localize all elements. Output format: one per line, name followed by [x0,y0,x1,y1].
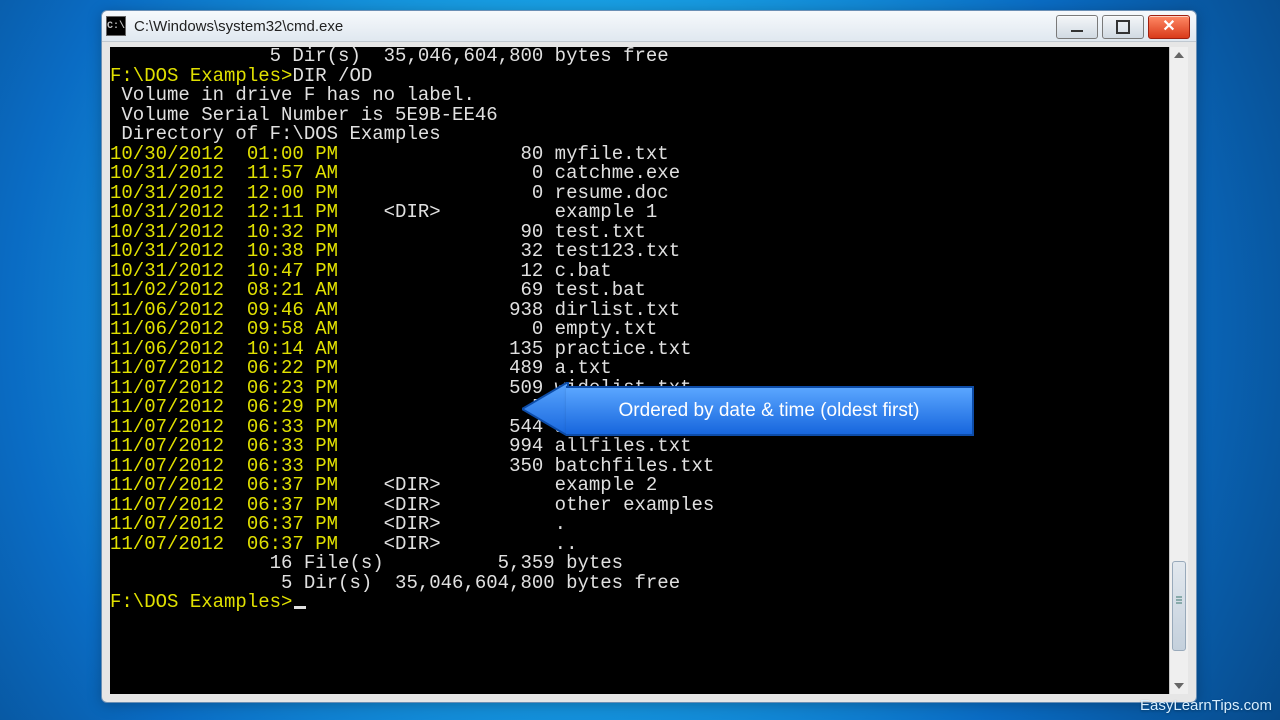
close-icon: ✕ [1162,19,1175,35]
scroll-thumb[interactable] [1172,561,1186,651]
chevron-down-icon [1174,683,1184,689]
close-button[interactable]: ✕ [1148,15,1190,39]
annotation-callout: Ordered by date & time (oldest first) [522,382,974,436]
prompt-idle[interactable]: F:\DOS Examples> [110,593,1170,613]
client-area: 5 Dir(s) 35,046,604,800 bytes freeF:\DOS… [110,47,1188,694]
chevron-up-icon [1174,52,1184,58]
callout-text: Ordered by date & time (oldest first) [566,386,974,436]
watermark-text: EasyLearnTips.com [1140,697,1272,714]
window-title: C:\Windows\system32\cmd.exe [134,18,343,35]
terminal-output[interactable]: 5 Dir(s) 35,046,604,800 bytes freeF:\DOS… [110,47,1170,694]
minimize-icon [1071,30,1083,32]
maximize-button[interactable] [1102,15,1144,39]
maximize-icon [1116,20,1130,34]
vertical-scrollbar[interactable] [1169,47,1188,694]
titlebar[interactable]: C:\ C:\Windows\system32\cmd.exe ✕ [102,11,1196,42]
thumb-grip-icon [1176,599,1182,601]
scroll-track[interactable] [1170,63,1188,678]
window-controls: ✕ [1056,15,1190,39]
scroll-up-button[interactable] [1170,47,1188,63]
cmd-app-icon: C:\ [106,16,126,36]
scroll-down-button[interactable] [1170,678,1188,694]
minimize-button[interactable] [1056,15,1098,39]
cmd-window: C:\ C:\Windows\system32\cmd.exe ✕ 5 Dir(… [101,10,1197,703]
desktop-background: C:\ C:\Windows\system32\cmd.exe ✕ 5 Dir(… [0,0,1280,720]
